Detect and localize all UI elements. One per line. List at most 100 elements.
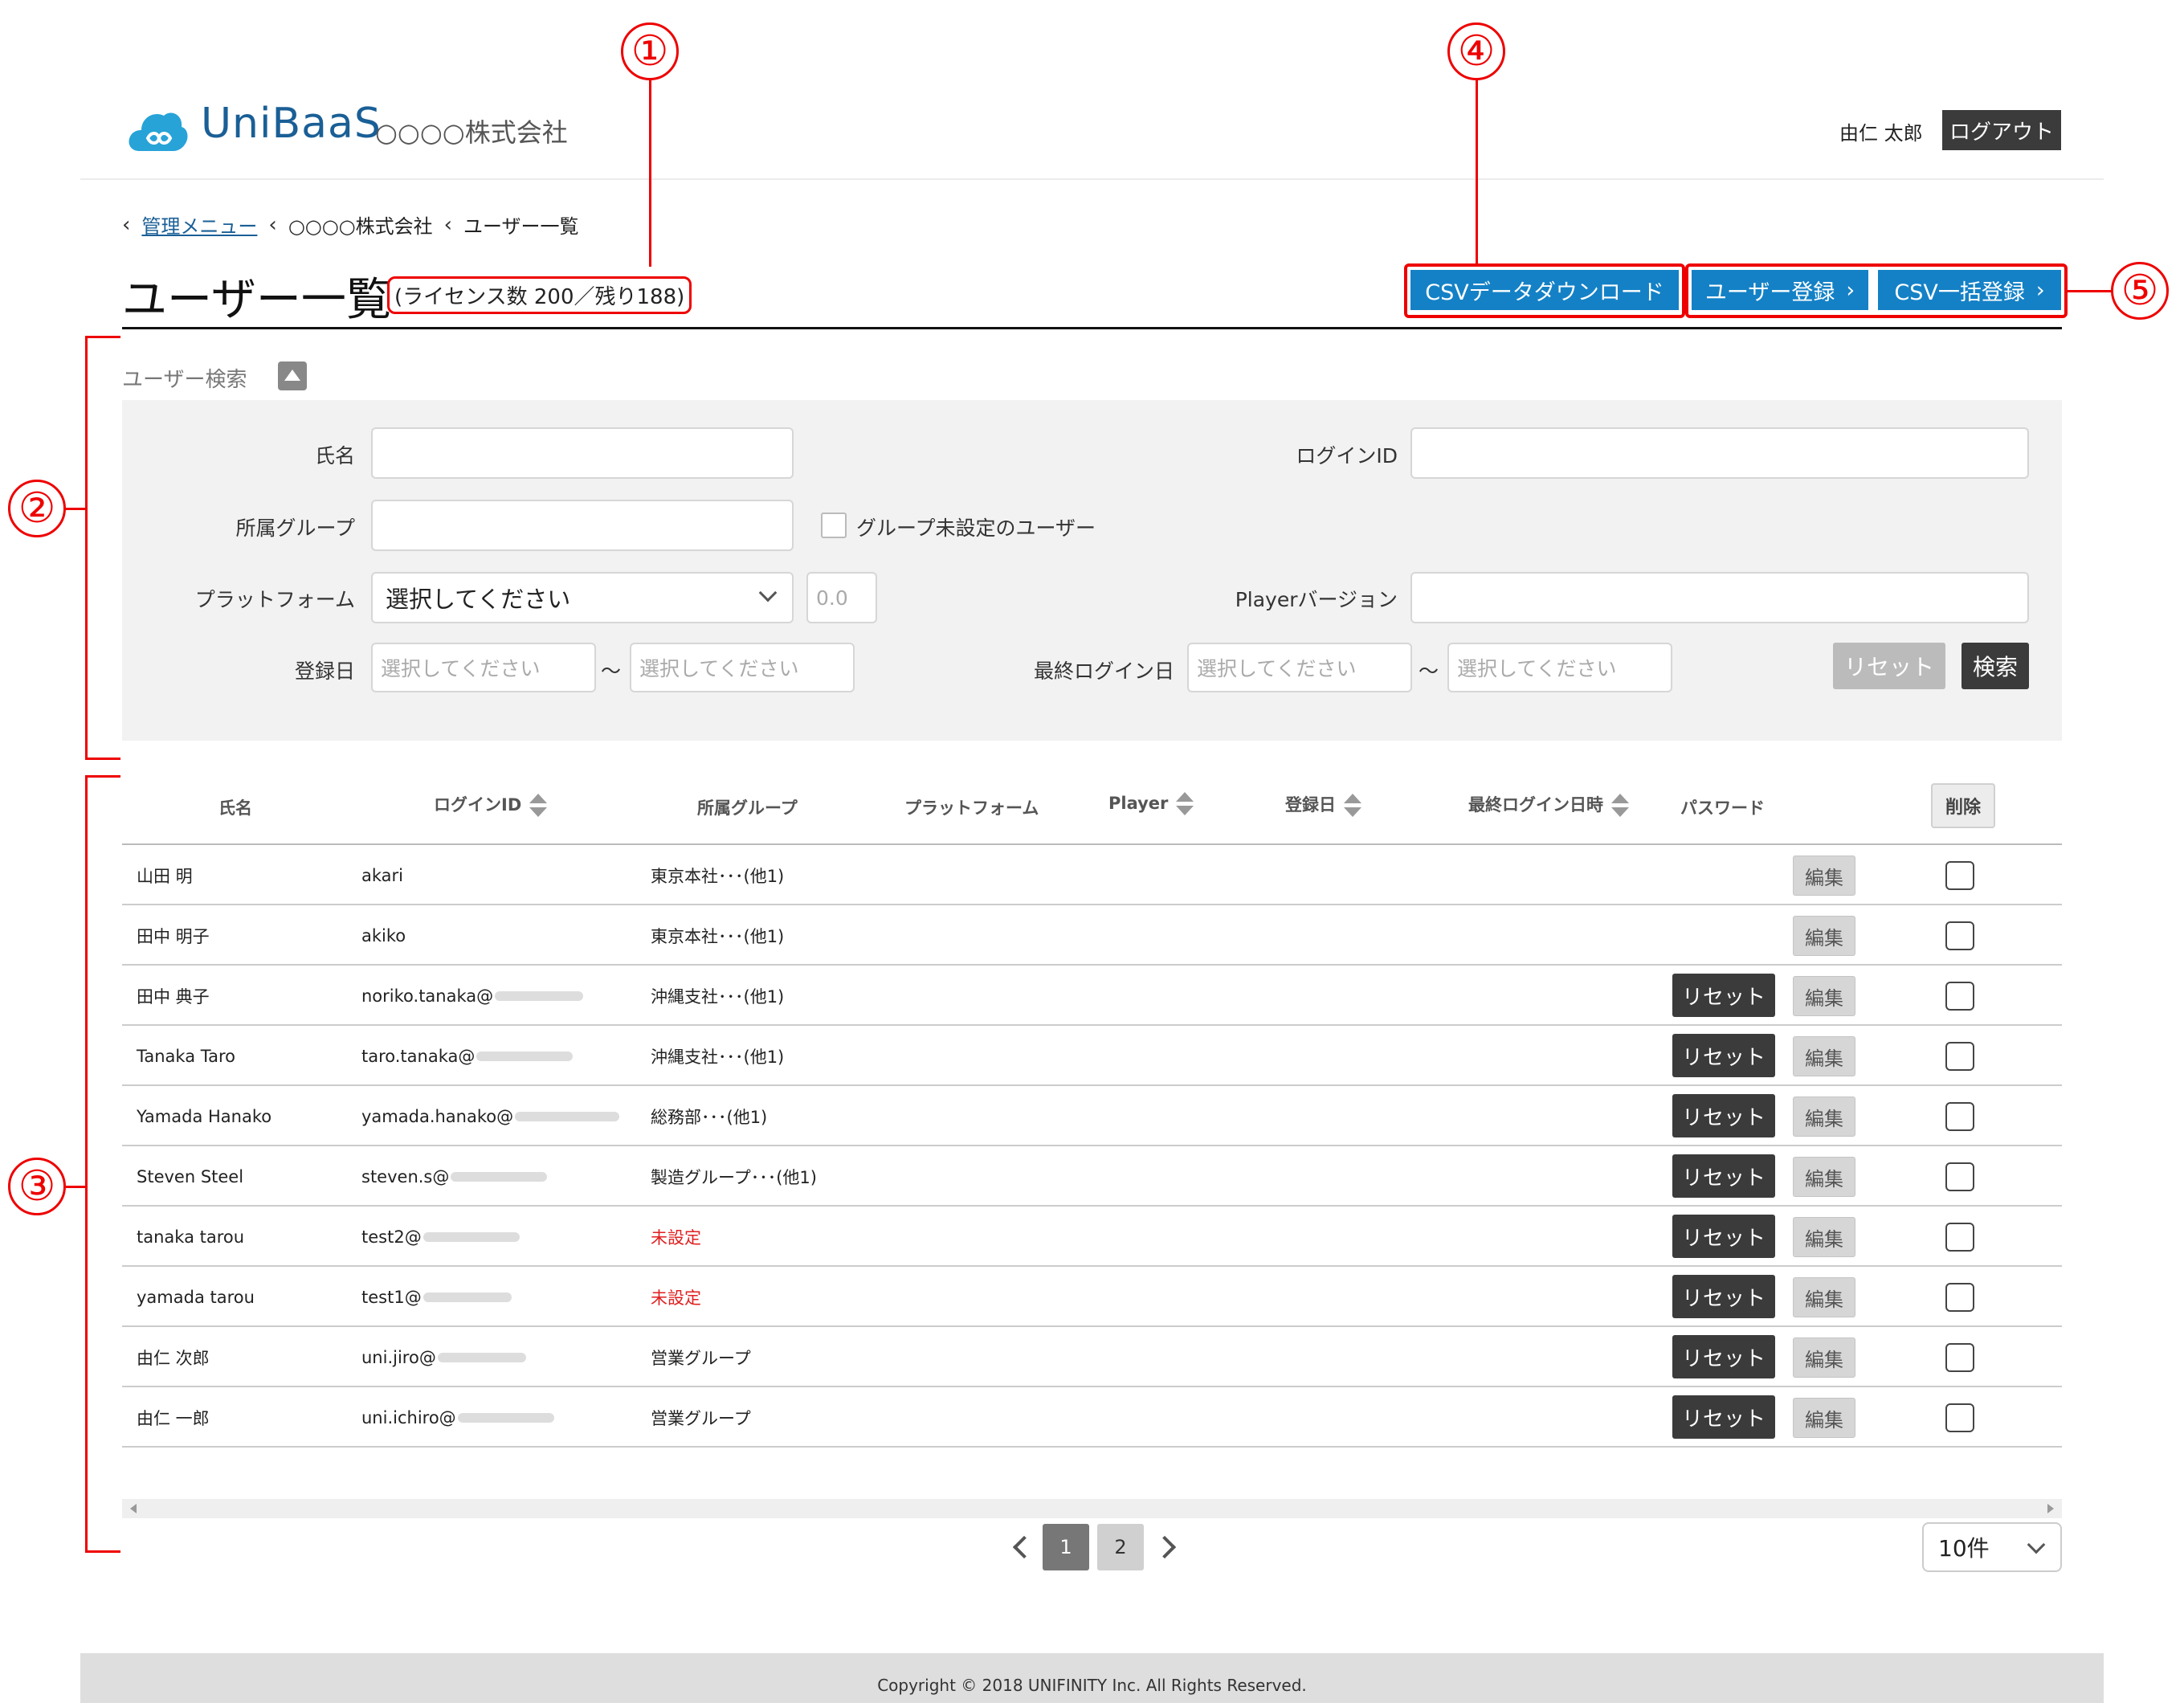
player-version-input[interactable]: [1410, 572, 2029, 623]
user-name-cell-text-cell: Yamada Hanako: [137, 1086, 271, 1146]
collapse-toggle-icon[interactable]: [278, 361, 307, 390]
column-header-group: 所属グループ: [697, 798, 798, 818]
edit-button[interactable]: 編集: [1793, 1398, 1855, 1438]
edit-button[interactable]: 編集: [1793, 1277, 1855, 1317]
last-login-to-input[interactable]: 選択してください: [1447, 643, 1672, 692]
last-login-from-input[interactable]: 選択してください: [1187, 643, 1412, 692]
user-name-cell-text-cell: 由仁 次郎: [137, 1327, 210, 1387]
user-name-cell-text-cell: 由仁 一郎: [137, 1387, 210, 1448]
login-id-text-cell: steven.s@: [361, 1146, 548, 1207]
breadcrumb-admin-menu[interactable]: 管理メニュー: [141, 210, 257, 239]
group-text-cell: 総務部･･･(他1): [651, 1086, 767, 1146]
edit-button[interactable]: 編集: [1793, 1036, 1855, 1076]
chevron-left-icon: ‹: [122, 212, 131, 237]
next-page-icon[interactable]: [1153, 1535, 1177, 1559]
login-id-text: test1@: [361, 1287, 422, 1307]
callout-5: ⑤: [2111, 262, 2169, 320]
no-group-checkbox[interactable]: [821, 513, 847, 538]
password-reset-button[interactable]: リセット: [1672, 1215, 1775, 1258]
last-login-from-placeholder: 選択してください: [1197, 657, 1357, 680]
password-reset-button[interactable]: リセット: [1672, 1335, 1775, 1378]
scroll-left-icon[interactable]: [130, 1504, 137, 1513]
delete-checkbox[interactable]: [1945, 1042, 1974, 1071]
delete-checkbox[interactable]: [1945, 1162, 1974, 1191]
page-title: ユーザー一覧: [122, 274, 391, 326]
group-input[interactable]: [371, 500, 794, 551]
platform-version-input[interactable]: 0.0: [806, 572, 877, 623]
login-id-text: yamada.hanako@: [361, 1106, 514, 1126]
column-header-login-id-label: ログインID: [434, 795, 522, 815]
delete-checkbox[interactable]: [1945, 1343, 1974, 1372]
edit-button[interactable]: 編集: [1793, 976, 1855, 1016]
edit-button[interactable]: 編集: [1793, 916, 1855, 956]
delete-checkbox[interactable]: [1945, 982, 1974, 1011]
edit-button[interactable]: 編集: [1793, 856, 1855, 896]
login-id-text-cell: akari: [361, 845, 403, 905]
registered-to-input[interactable]: 選択してください: [630, 643, 855, 692]
user-name-cell-text: tanaka tarou: [137, 1227, 245, 1247]
column-header-registered[interactable]: 登録日: [1285, 792, 1361, 818]
password-reset-button[interactable]: リセット: [1672, 1154, 1775, 1198]
redacted-domain: [476, 1051, 574, 1061]
login-id-input[interactable]: [1410, 427, 2029, 479]
breadcrumb-current: ユーザー一覧: [463, 215, 579, 238]
column-header-last-login[interactable]: 最終ログイン日時: [1468, 792, 1629, 818]
redacted-domain: [515, 1111, 620, 1121]
csv-bulk-register-button[interactable]: CSV一括登録 ›: [1878, 270, 2061, 310]
registered-to-placeholder: 選択してください: [639, 657, 799, 680]
delete-checkbox[interactable]: [1945, 1403, 1974, 1432]
horizontal-scrollbar[interactable]: [122, 1499, 2062, 1518]
user-register-button[interactable]: ユーザー登録 ›: [1692, 270, 1868, 310]
delete-button[interactable]: 削除: [1931, 783, 1995, 828]
registered-from-input[interactable]: 選択してください: [371, 643, 596, 692]
group-label: 所属グループ: [235, 517, 355, 540]
platform-select[interactable]: 選択してください: [371, 572, 794, 623]
page-button-1[interactable]: 1: [1043, 1524, 1089, 1570]
table-row: 田中 典子 noriko.tanaka@ 沖縄支社･･･(他1) リセット 編集: [122, 966, 2062, 1026]
delete-checkbox[interactable]: [1945, 1283, 1974, 1312]
password-reset-button[interactable]: リセット: [1672, 1275, 1775, 1318]
group-text: 未設定: [651, 1288, 701, 1308]
user-name-cell-text-cell: 田中 典子: [137, 966, 210, 1026]
range-separator: ～: [601, 660, 622, 683]
name-input[interactable]: [371, 427, 794, 479]
page-button-2[interactable]: 2: [1097, 1524, 1144, 1570]
table-row: 由仁 一郎 uni.ichiro@ 営業グループ リセット 編集: [122, 1387, 2062, 1448]
group-text: 製造グループ･･･(他1): [651, 1167, 817, 1187]
delete-checkbox[interactable]: [1945, 1102, 1974, 1131]
login-id-text: uni.ichiro@: [361, 1407, 456, 1427]
edit-button[interactable]: 編集: [1793, 1217, 1855, 1257]
user-name-cell-text: 由仁 次郎: [137, 1348, 210, 1368]
group-text: 東京本社･･･(他1): [651, 866, 785, 886]
column-header-player[interactable]: Player: [1108, 792, 1194, 816]
user-name-cell-text-cell: 田中 明子: [137, 905, 210, 966]
logout-button[interactable]: ログアウト: [1942, 110, 2061, 150]
edit-button[interactable]: 編集: [1793, 1097, 1855, 1137]
password-reset-button[interactable]: リセット: [1672, 1094, 1775, 1137]
name-label: 氏名: [314, 444, 355, 468]
bracket-2: [85, 336, 88, 760]
user-name-cell-text: yamada tarou: [137, 1287, 255, 1307]
user-name-cell-text: 由仁 一郎: [137, 1408, 210, 1428]
edit-button[interactable]: 編集: [1793, 1337, 1855, 1378]
csv-download-button[interactable]: CSVデータダウンロード: [1410, 270, 1679, 310]
group-text: 東京本社･･･(他1): [651, 926, 785, 946]
delete-checkbox[interactable]: [1945, 861, 1974, 890]
csv-bulk-register-label: CSV一括登録: [1894, 280, 2025, 305]
edit-button[interactable]: 編集: [1793, 1157, 1855, 1197]
column-header-login-id[interactable]: ログインID: [434, 792, 548, 818]
search-button[interactable]: 検索: [1962, 643, 2029, 689]
per-page-select[interactable]: 10件: [1922, 1522, 2062, 1572]
prev-page-icon[interactable]: [1012, 1535, 1036, 1559]
delete-checkbox[interactable]: [1945, 921, 1974, 950]
password-reset-button[interactable]: リセット: [1672, 1395, 1775, 1439]
delete-checkbox[interactable]: [1945, 1223, 1974, 1252]
password-reset-button[interactable]: リセット: [1672, 974, 1775, 1017]
scroll-right-icon[interactable]: [2047, 1504, 2054, 1513]
table-row: Steven Steel steven.s@ 製造グループ･･･(他1) リセット 編集: [122, 1146, 2062, 1207]
platform-version-placeholder: 0.0: [816, 586, 848, 610]
password-reset-button[interactable]: リセット: [1672, 1034, 1775, 1077]
search-reset-button[interactable]: リセット: [1833, 643, 1945, 689]
user-register-label: ユーザー登録: [1704, 280, 1835, 305]
login-id-text: akari: [361, 865, 403, 885]
